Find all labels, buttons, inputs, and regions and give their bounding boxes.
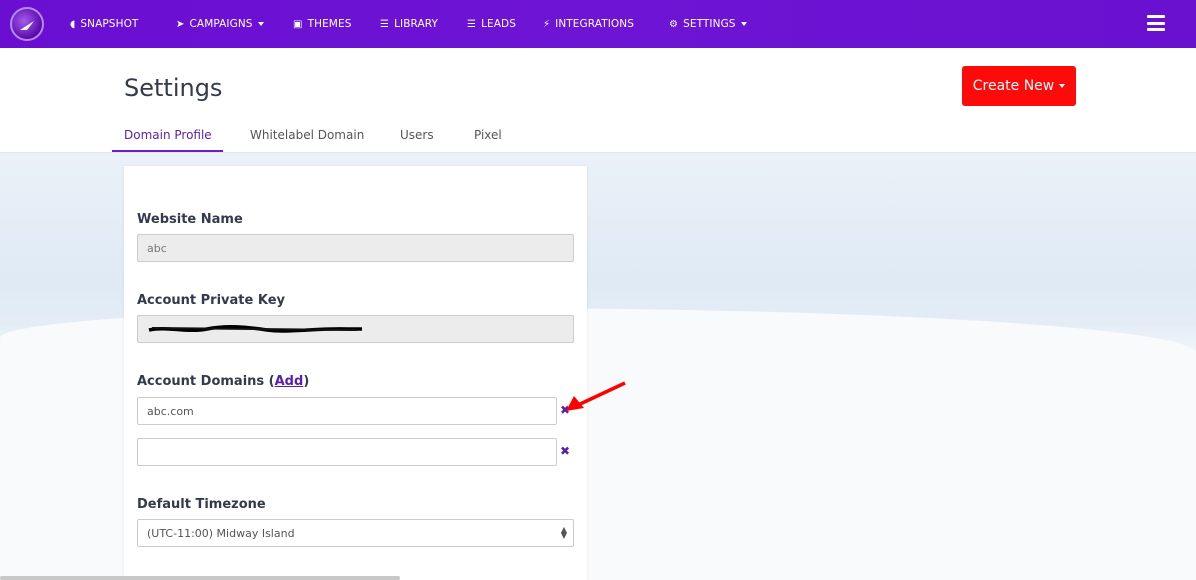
create-new-button[interactable]: Create New <box>962 66 1076 106</box>
image-icon: ▣ <box>293 18 303 30</box>
nav-campaigns-label: CAMPAIGNS <box>189 18 253 30</box>
redacted-scribble-icon <box>148 325 362 333</box>
tab-users[interactable]: Users <box>400 128 434 142</box>
settings-card <box>124 166 587 580</box>
nav-campaigns[interactable]: ➤ CAMPAIGNS <box>176 0 264 48</box>
domain-field-1[interactable]: abc.com <box>137 397 557 425</box>
hamburger-menu-icon[interactable] <box>1147 15 1165 31</box>
nav-integrations[interactable]: ⚡ INTEGRATIONS <box>543 0 634 48</box>
account-domains-label: Account Domains (Add) <box>137 374 309 389</box>
tab-pixel[interactable]: Pixel <box>474 128 502 142</box>
chevron-down-icon <box>740 22 747 26</box>
nav-settings[interactable]: ⚙ SETTINGS <box>669 0 747 48</box>
tab-whitelabel-domain[interactable]: Whitelabel Domain <box>250 128 364 142</box>
chevron-down-icon <box>1059 84 1066 88</box>
nav-snapshot-label: SNAPSHOT <box>80 18 139 30</box>
logo-icon[interactable] <box>10 7 44 41</box>
website-name-label: Website Name <box>137 212 243 227</box>
domain-field-2[interactable] <box>137 438 557 466</box>
top-navbar: ◖ SNAPSHOT ➤ CAMPAIGNS ▣ THEMES ☰ LIBRAR… <box>0 0 1196 48</box>
nav-snapshot[interactable]: ◖ SNAPSHOT <box>70 0 138 48</box>
horizontal-scrollbar[interactable] <box>0 576 400 580</box>
tab-domain-profile[interactable]: Domain Profile <box>124 128 212 142</box>
close-icon[interactable]: ✖ <box>560 444 570 458</box>
nav-leads[interactable]: ☰ LEADS <box>467 0 516 48</box>
chevron-down-icon <box>257 22 264 26</box>
plug-icon: ⚡ <box>543 18 551 30</box>
list-icon: ☰ <box>467 18 477 30</box>
page-title: Settings <box>124 74 223 102</box>
paper-plane-icon: ➤ <box>176 18 185 30</box>
account-domains-label-end: ) <box>303 374 310 389</box>
timezone-select[interactable]: (UTC-11:00) Midway Island ▲ ▼ <box>137 519 574 547</box>
nav-integrations-label: INTEGRATIONS <box>555 18 634 30</box>
dashboard-icon: ◖ <box>70 18 76 30</box>
create-new-label: Create New <box>972 78 1055 94</box>
nav-leads-label: LEADS <box>481 18 516 30</box>
active-tab-indicator <box>112 150 223 152</box>
select-arrows-icon: ▲ ▼ <box>560 525 567 540</box>
nav-themes[interactable]: ▣ THEMES <box>293 0 351 48</box>
nav-settings-label: SETTINGS <box>683 18 736 30</box>
nav-library[interactable]: ☰ LIBRARY <box>380 0 438 48</box>
private-key-field[interactable] <box>137 315 574 343</box>
default-timezone-label: Default Timezone <box>137 497 266 512</box>
library-icon: ☰ <box>380 18 390 30</box>
timezone-select-value: (UTC-11:00) Midway Island <box>147 526 295 540</box>
nav-themes-label: THEMES <box>307 18 352 30</box>
nav-library-label: LIBRARY <box>394 18 439 30</box>
add-domain-link[interactable]: Add <box>275 374 304 389</box>
red-arrow-icon <box>566 381 626 411</box>
private-key-label: Account Private Key <box>137 293 285 308</box>
cogs-icon: ⚙ <box>669 18 679 30</box>
account-domains-label-text: Account Domains ( <box>137 374 275 389</box>
website-name-field[interactable]: abc <box>137 234 574 262</box>
